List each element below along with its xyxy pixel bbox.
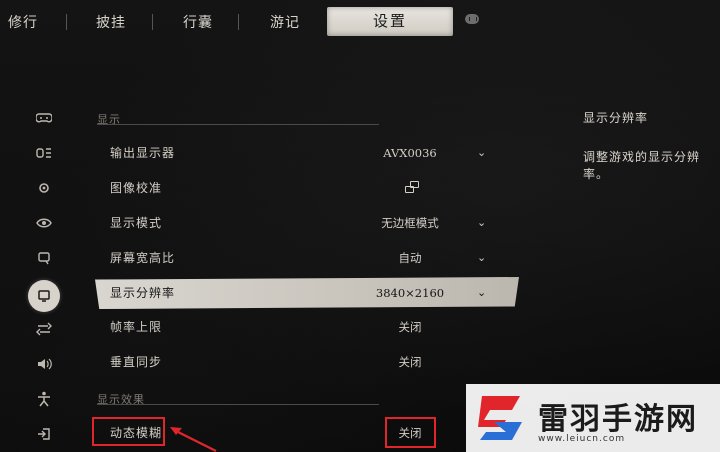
watermark-url: www.leiucn.com [538, 434, 626, 444]
setting-value: 3840×2160 [375, 286, 445, 300]
setting-label: 显示分辨率 [110, 286, 176, 300]
highlight-box [92, 417, 165, 446]
top-tab-bar: 修行 披挂 行囊 游记 设置 [0, 0, 720, 44]
setting-row-frame-limit[interactable]: 帧率上限 关闭 [95, 312, 519, 342]
eye-icon[interactable] [28, 207, 60, 239]
accessibility-icon[interactable] [28, 383, 60, 415]
setting-value: 无边框模式 [381, 216, 439, 230]
chevron-down-icon[interactable]: ⌄ [477, 277, 486, 309]
gamepad-icon[interactable] [28, 102, 60, 134]
setting-row-calibration[interactable]: 图像校准 [95, 173, 519, 203]
tab-divider [66, 14, 67, 30]
settings-category-sidebar [28, 100, 60, 450]
keyboard-icon[interactable] [28, 137, 60, 169]
setting-value: 关闭 [398, 320, 422, 334]
display-icon[interactable] [28, 280, 60, 312]
highlight-box [385, 417, 436, 448]
setting-value: AVX0036 [383, 146, 437, 160]
setting-value: 自动 [398, 251, 422, 265]
section-divider [97, 404, 379, 405]
watermark: 雷羽手游网 www.leiucn.com [466, 384, 720, 452]
chevron-down-icon[interactable]: ⌄ [477, 243, 486, 273]
section-divider [97, 124, 379, 125]
watermark-logo-icon [478, 396, 522, 440]
adjust-icon[interactable] [28, 313, 60, 345]
setting-label: 图像校准 [110, 181, 163, 195]
exit-icon[interactable] [28, 418, 60, 450]
watermark-name: 雷羽手游网 [538, 402, 698, 437]
setting-label: 输出显示器 [110, 146, 176, 160]
setting-label: 垂直同步 [110, 355, 163, 369]
tab-divider [238, 14, 239, 30]
arrow-icon [170, 427, 217, 452]
copy-icon[interactable] [405, 181, 419, 195]
setting-label: 帧率上限 [110, 320, 163, 334]
tab-divider [152, 14, 153, 30]
setting-value: 关闭 [398, 355, 422, 369]
setting-label: 屏幕宽高比 [110, 251, 176, 265]
setting-label: 显示模式 [110, 216, 163, 230]
setting-row-aspect-ratio[interactable]: 屏幕宽高比 自动 ⌄ [95, 243, 519, 273]
speaker-icon[interactable] [28, 348, 60, 380]
rb-button-icon[interactable] [465, 14, 479, 24]
info-title: 显示分辨率 [583, 111, 649, 125]
tab-journal[interactable]: 游记 [270, 11, 300, 35]
chevron-down-icon[interactable]: ⌄ [477, 138, 486, 168]
chevron-down-icon[interactable]: ⌄ [477, 208, 486, 238]
tab-settings[interactable]: 设置 [327, 7, 453, 36]
setting-row-resolution[interactable]: 显示分辨率 3840×2160 ⌄ [95, 277, 519, 309]
chat-icon[interactable] [28, 242, 60, 274]
setting-row-vsync[interactable]: 垂直同步 关闭 [95, 347, 519, 377]
setting-row-output-monitor[interactable]: 输出显示器 AVX0036 ⌄ [95, 138, 519, 168]
gear-icon[interactable] [28, 172, 60, 204]
tab-cultivation[interactable]: 修行 [8, 11, 38, 35]
info-description: 调整游戏的显示分辨率。 [583, 150, 701, 181]
game-settings-screen: 修行 披挂 行囊 游记 设置 显示 输出显示器 AVX0036 ⌄ 图像校准 显… [0, 0, 720, 452]
setting-row-display-mode[interactable]: 显示模式 无边框模式 ⌄ [95, 208, 519, 238]
tab-inventory[interactable]: 行囊 [183, 11, 213, 35]
tab-equipment[interactable]: 披挂 [96, 11, 126, 35]
